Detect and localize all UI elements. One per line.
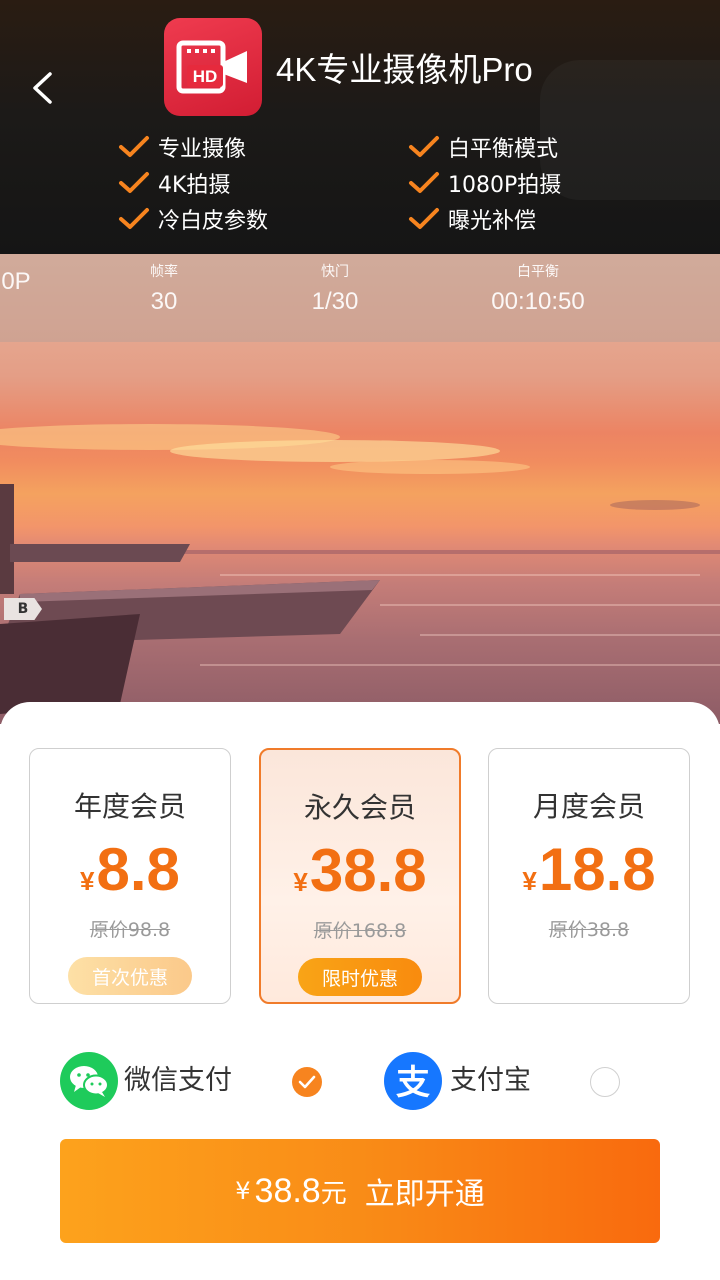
- cta-unit: 元: [320, 1178, 347, 1209]
- feature-label: 白平衡模式: [448, 137, 559, 162]
- check-icon: [409, 172, 439, 193]
- price-value: 38.8: [309, 837, 427, 904]
- price-value: 18.8: [538, 836, 656, 903]
- plan-badge: 限时优惠: [298, 958, 422, 996]
- osd-value: 1/30: [311, 288, 359, 315]
- feature-label: 4K拍摄: [158, 173, 231, 198]
- osd-white-balance: 白平衡 00:10:50: [478, 262, 598, 322]
- feature-label: 1080P拍摄: [448, 173, 562, 198]
- check-icon: [119, 136, 149, 157]
- feature-item: 专业摄像: [118, 130, 246, 164]
- check-icon: [119, 208, 149, 229]
- plan-price: ¥ 38.8: [261, 836, 459, 906]
- original-price: 原价98.8: [89, 919, 171, 941]
- camera-preview: 0P 帧率 30 快门 1/30 白平衡 00:10:50 B: [0, 254, 720, 724]
- feature-item: 4K拍摄: [118, 166, 230, 200]
- plan-price: ¥ 18.8: [489, 835, 689, 905]
- feature-item: 冷白皮参数: [118, 202, 268, 236]
- currency-symbol: ¥: [235, 1177, 251, 1205]
- plan-card-lifetime[interactable]: 永久会员 ¥ 38.8 原价168.8 限时优惠: [259, 748, 461, 1004]
- cloud: [610, 500, 700, 510]
- currency-symbol: ¥: [80, 866, 95, 896]
- osd-value: 30: [150, 288, 178, 315]
- app-title: 4K专业摄像机Pro: [276, 51, 533, 88]
- wechat-icon[interactable]: [60, 1052, 118, 1110]
- back-button[interactable]: [22, 66, 62, 110]
- marker-tag: B: [4, 598, 42, 620]
- check-icon: [119, 172, 149, 193]
- feature-item: 曝光补偿: [408, 202, 536, 236]
- feature-item: 1080P拍摄: [408, 166, 561, 200]
- feature-label: 冷白皮参数: [158, 209, 269, 234]
- plan-name: 年度会员: [73, 790, 186, 823]
- feature-label: 专业摄像: [158, 137, 247, 162]
- check-icon: [298, 1075, 316, 1089]
- feature-list: 专业摄像 白平衡模式 4K拍摄 1080P拍摄 冷白皮参数 曝光补偿: [118, 130, 588, 240]
- osd-resolution: 0P: [0, 262, 46, 302]
- header: HD 4K专业摄像机Pro 专业摄像 白平衡模式 4K拍摄 1080P拍摄 冷白…: [0, 0, 720, 254]
- plan-card-monthly[interactable]: 月度会员 ¥ 18.8 原价38.8: [488, 748, 690, 1004]
- price-value: 8.8: [96, 836, 180, 903]
- plan-price: ¥ 8.8: [30, 835, 230, 905]
- check-icon: [409, 208, 439, 229]
- wechat-pay-label[interactable]: 微信支付: [124, 1058, 232, 1097]
- svg-text:HD: HD: [193, 67, 218, 86]
- feature-label: 曝光补偿: [448, 209, 537, 234]
- currency-symbol: ¥: [522, 866, 537, 896]
- osd-value: 0P: [1, 268, 31, 295]
- check-icon: [409, 136, 439, 157]
- osd-label: 帧率: [150, 264, 178, 280]
- cloud: [170, 440, 500, 462]
- camera-hd-app-icon: HD: [164, 18, 262, 116]
- plan-badge: 首次优惠: [68, 957, 192, 995]
- osd-shutter: 快门 1/30: [290, 262, 380, 322]
- chevron-left-icon: [33, 72, 52, 104]
- plan-name: 永久会员: [303, 791, 416, 824]
- plan-card-yearly[interactable]: 年度会员 ¥ 8.8 原价98.8 首次优惠: [29, 748, 231, 1004]
- alipay-radio[interactable]: [590, 1067, 620, 1097]
- cta-action: 立即开通: [364, 1177, 485, 1212]
- activate-button[interactable]: ¥ 38.8 元 立即开通: [60, 1139, 660, 1243]
- camera-osd-bar: 0P 帧率 30 快门 1/30 白平衡 00:10:50: [0, 254, 720, 342]
- cta-amount: 38.8: [254, 1171, 321, 1210]
- wechat-pay-radio[interactable]: [292, 1067, 322, 1097]
- plan-name: 月度会员: [532, 790, 645, 823]
- feature-item: 白平衡模式: [408, 130, 558, 164]
- currency-symbol: ¥: [293, 867, 308, 897]
- original-price: 原价168.8: [313, 920, 407, 942]
- wave: [420, 634, 720, 636]
- boat: [0, 484, 380, 714]
- alipay-icon[interactable]: 支: [384, 1052, 442, 1110]
- wave: [380, 604, 720, 606]
- osd-framerate: 帧率 30: [124, 262, 204, 322]
- membership-sheet: 年度会员 ¥ 8.8 原价98.8 首次优惠 永久会员 ¥ 38.8 原价168…: [0, 702, 720, 1280]
- original-price: 原价38.8: [548, 919, 630, 941]
- cloud: [330, 460, 530, 474]
- osd-label: 快门: [321, 264, 349, 280]
- osd-value: 00:10:50: [491, 288, 585, 315]
- alipay-label[interactable]: 支付宝: [450, 1058, 531, 1097]
- svg-text:支: 支: [396, 1063, 430, 1103]
- osd-label: 白平衡: [517, 264, 559, 280]
